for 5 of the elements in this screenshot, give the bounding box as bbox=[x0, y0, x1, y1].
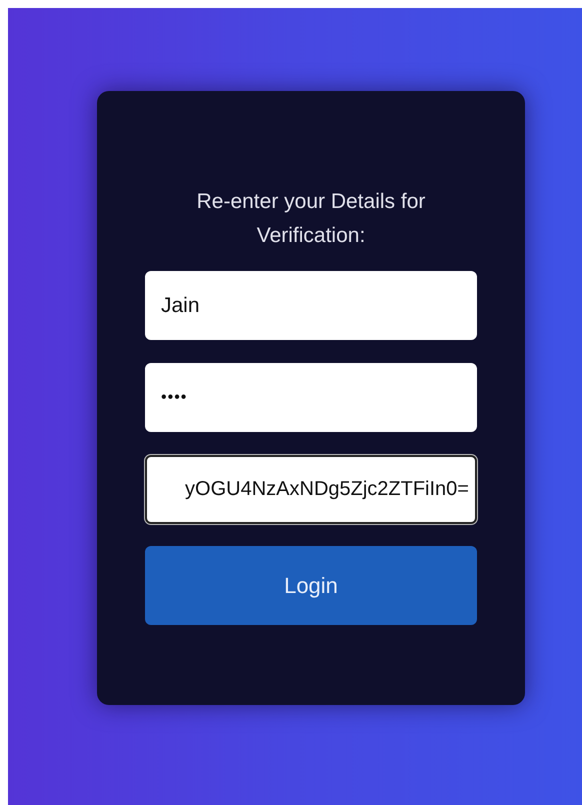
login-button[interactable]: Login bbox=[145, 546, 477, 625]
input-field[interactable]: yOGU4NzAxNDg5Zjc2ZTFiIn0= bbox=[145, 455, 477, 524]
password-field[interactable]: •••• bbox=[145, 363, 477, 432]
input-field[interactable]: Jain bbox=[145, 271, 477, 340]
form-heading: Re-enter your Details for Verification: bbox=[196, 189, 426, 249]
